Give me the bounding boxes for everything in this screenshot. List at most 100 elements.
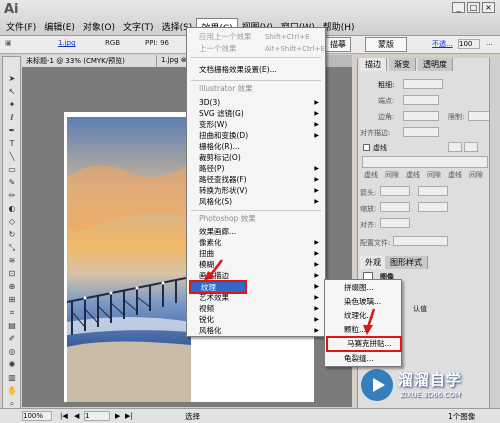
tab-gradient[interactable]: 渐变 <box>389 58 416 71</box>
eraser-icon[interactable]: ◇ <box>5 216 19 227</box>
mask-button[interactable]: 蒙版 <box>365 37 407 52</box>
tab-transparency[interactable]: 透明度 <box>418 58 453 71</box>
menu-item-patchwork[interactable]: 拼缀图... <box>325 281 401 295</box>
weight-field[interactable] <box>403 79 443 89</box>
graph-tool-icon[interactable]: ▥ <box>5 372 19 383</box>
opacity-field[interactable]: 100 <box>458 39 480 49</box>
corner-buttons[interactable] <box>403 111 439 121</box>
menu-object[interactable]: 对象(O) <box>79 18 119 35</box>
perspective-grid-icon[interactable]: ⊞ <box>5 294 19 305</box>
menu-item-doc-raster[interactable]: 文档栅格效果设置(E)... <box>187 65 325 75</box>
pencil-icon[interactable]: ✏ <box>5 190 19 201</box>
scale-end-field[interactable] <box>418 202 448 212</box>
menu-item-distort-transform[interactable]: 扭曲和变换(D) ▶ <box>187 131 325 141</box>
tab-graphic-styles[interactable]: 图形样式 <box>385 256 428 269</box>
dashed-checkbox[interactable] <box>363 144 370 151</box>
eyedropper-icon[interactable]: ✐ <box>5 333 19 344</box>
tab-stroke[interactable]: 描边 <box>360 58 387 71</box>
dash-align-button[interactable] <box>464 142 478 152</box>
menu-item-pixelate[interactable]: 像素化 ▶ <box>187 238 325 248</box>
close-button[interactable]: × <box>482 2 495 13</box>
profile-select[interactable] <box>393 236 448 246</box>
symbol-sprayer-icon[interactable]: ✺ <box>5 359 19 370</box>
submenu-arrow-icon: ▶ <box>314 305 319 312</box>
status-tool-text: 选择 <box>185 412 200 421</box>
hand-tool-icon[interactable]: ✋ <box>5 385 19 396</box>
line-tool-icon[interactable]: ╲ <box>5 151 19 162</box>
rotate-tool-icon[interactable]: ↻ <box>5 229 19 240</box>
more-options-icon[interactable]: ... <box>486 39 493 47</box>
submenu-arrow-icon: ▶ <box>314 316 319 323</box>
shape-builder-icon[interactable]: ⊕ <box>5 281 19 292</box>
align-arrow-buttons[interactable] <box>380 218 410 228</box>
warp-tool-icon[interactable]: ≋ <box>5 255 19 266</box>
menu-edit[interactable]: 编辑(E) <box>40 18 79 35</box>
first-page-icon[interactable]: |◀ <box>60 412 68 420</box>
collapsed-panel-strip[interactable] <box>489 58 500 418</box>
menu-item-stylize-ps[interactable]: 风格化 ▶ <box>187 326 325 336</box>
zoom-select[interactable]: 100% <box>22 411 52 421</box>
menu-type[interactable]: 文字(T) <box>119 18 158 35</box>
menu-item-apply-last[interactable]: 应用上一个效果 Shift+Ctrl+E <box>187 32 325 42</box>
restore-button[interactable]: □ <box>467 2 480 13</box>
tab-untitled[interactable]: 未标题-1 @ 33% (CMYK/预览) <box>22 55 157 67</box>
menu-item-path[interactable]: 路径(P) ▶ <box>187 164 325 174</box>
menu-separator <box>191 210 321 211</box>
gradient-tool-icon[interactable]: ▤ <box>5 320 19 331</box>
dashed-label: 虚线 <box>373 144 387 152</box>
limit-field[interactable] <box>468 111 490 121</box>
direct-selection-tool-icon[interactable]: ↖ <box>5 86 19 97</box>
submenu-arrow-icon: ▶ <box>314 132 319 139</box>
trace-button[interactable]: 描摹 <box>325 37 351 52</box>
menu-item-convert-shape[interactable]: 转换为形状(V) ▶ <box>187 186 325 196</box>
menu-item-stylize-ai[interactable]: 风格化(S) ▶ <box>187 197 325 207</box>
menu-file[interactable]: 文件(F) <box>2 18 40 35</box>
menu-item-label: 风格化 <box>199 326 222 335</box>
tab-appearance[interactable]: 外观 <box>360 256 387 269</box>
align-stroke-buttons[interactable] <box>403 127 439 137</box>
menu-item-3d[interactable]: 3D(3) ▶ <box>187 98 325 108</box>
menu-item-warp[interactable]: 变形(W) ▶ <box>187 120 325 130</box>
next-page-icon[interactable]: ▶ <box>115 412 120 420</box>
type-tool-icon[interactable]: T <box>5 138 19 149</box>
menu-item-craquelure[interactable]: 龟裂缝... <box>325 352 401 366</box>
last-page-icon[interactable]: ▶| <box>125 412 133 420</box>
placed-image[interactable] <box>67 117 191 402</box>
selection-tool-icon[interactable]: ➤ <box>5 73 19 84</box>
magic-wand-icon[interactable]: ✦ <box>5 99 19 110</box>
menu-item-svg-filters[interactable]: SVG 滤镜(G) ▶ <box>187 109 325 119</box>
menu-item-mosaic-tiles[interactable]: 马赛克拼贴... <box>326 336 402 352</box>
arrow-start-select[interactable] <box>380 186 410 196</box>
menu-item-video[interactable]: 视频 ▶ <box>187 304 325 314</box>
menu-item-last-effect[interactable]: 上一个效果 Alt+Shift+Ctrl+E <box>187 44 325 54</box>
dash-preserve-button[interactable] <box>448 142 462 152</box>
lasso-icon[interactable]: ℓ <box>5 112 19 123</box>
menu-item-label: 路径查找器(F) <box>199 175 247 184</box>
free-transform-icon[interactable]: ⊡ <box>5 268 19 279</box>
scale-start-field[interactable] <box>380 202 410 212</box>
menu-item-rasterize[interactable]: 栅格化(R)... <box>187 142 325 152</box>
menu-item-label: 锐化 <box>199 315 214 324</box>
arrow-end-select[interactable] <box>418 186 448 196</box>
cap-buttons[interactable] <box>403 95 439 105</box>
rectangle-tool-icon[interactable]: ▭ <box>5 164 19 175</box>
scale-tool-icon[interactable]: ⤡ <box>5 242 19 253</box>
menu-item-artistic[interactable]: 艺术效果 ▶ <box>187 293 325 303</box>
menu-item-pathfinder[interactable]: 路径查找器(F) ▶ <box>187 175 325 185</box>
blob-brush-icon[interactable]: ◐ <box>5 203 19 214</box>
linked-file-link[interactable]: 1.jpg <box>58 39 76 47</box>
dash-fields[interactable] <box>362 156 488 168</box>
previous-page-icon[interactable]: ◀ <box>74 412 79 420</box>
page-select[interactable]: 1 <box>84 411 110 421</box>
pen-tool-icon[interactable]: ✒ <box>5 125 19 136</box>
paintbrush-icon[interactable]: ✎ <box>5 177 19 188</box>
menu-item-effect-gallery[interactable]: 效果画廊... <box>187 227 325 237</box>
mesh-tool-icon[interactable]: ⌗ <box>5 307 19 318</box>
menu-item-sharpen[interactable]: 锐化 ▶ <box>187 315 325 325</box>
minimize-button[interactable]: _ <box>452 2 465 13</box>
menu-item-crop-marks[interactable]: 裁剪标记(O) <box>187 153 325 163</box>
gap-label-2: 间隙 <box>427 171 441 179</box>
blend-tool-icon[interactable]: ◎ <box>5 346 19 357</box>
weight-label: 粗细: <box>378 81 395 89</box>
opacity-link[interactable]: 不透... <box>432 39 453 49</box>
